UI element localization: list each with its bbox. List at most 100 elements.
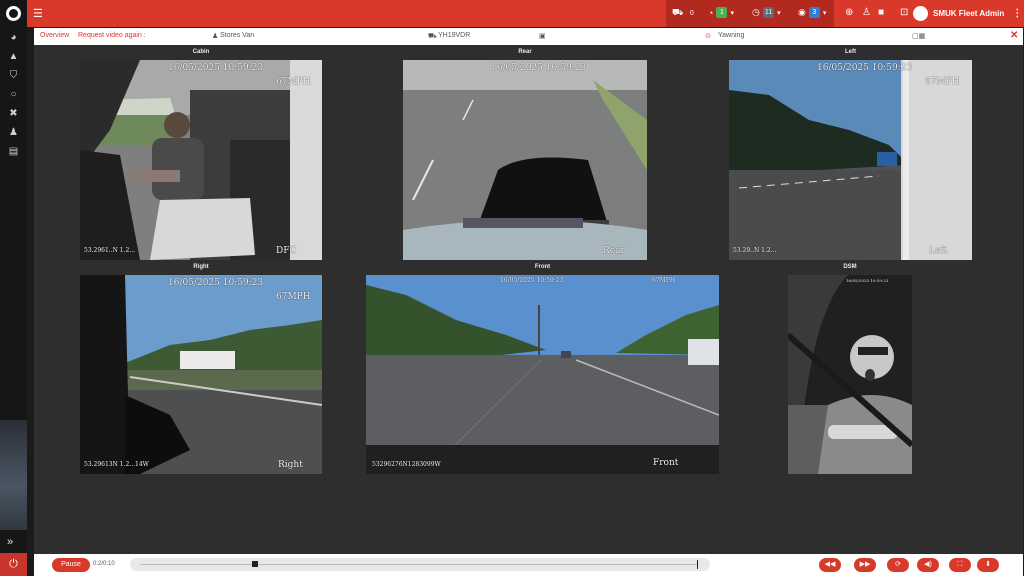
camera-right[interactable]: Right 16/05/2025 10:59:23 67MPH Right 53…	[80, 264, 322, 474]
avatar	[913, 6, 928, 21]
overview-link[interactable]: Overview	[40, 32, 69, 39]
globe-icon[interactable]: ⊕	[845, 7, 853, 18]
event-icon: ⊙	[705, 33, 711, 40]
rail-background	[0, 420, 27, 530]
timestamp-overlay: 16/05/2025 10:59:23	[168, 278, 264, 288]
alert-count: 3	[808, 7, 820, 18]
speed-overlay: 67MPH	[276, 292, 311, 302]
dashboard-icon[interactable]: ◕	[7, 31, 20, 44]
fast-forward-button[interactable]: ▶▶	[854, 558, 876, 572]
alert-count: 1	[716, 7, 728, 18]
camera-feed-cabin: 16/05/2025 10:59:23 67MPH DFC 53.2961..N…	[80, 60, 322, 260]
menu-icon[interactable]: ☰	[33, 7, 43, 20]
chevron-down-icon: ▾	[777, 9, 781, 17]
request-video-link[interactable]: Request video again :	[78, 32, 146, 39]
top-bar: ☰ ⛟ 0 ◔ 1 ▾ ◷ 11 ▾ ◉ 3 ▾ ⊕ ♙ ■ ⊡ SMUK Fl…	[27, 0, 1024, 27]
camera-grid: Cabin 16/05/2025 10:59:23 67MPH DFC 53.2…	[34, 45, 1023, 554]
camera-cabin[interactable]: Cabin 16/05/2025 10:59:23 67MPH DFC 53.2…	[80, 49, 322, 260]
camera-title: Rear	[518, 49, 532, 55]
camera-label-overlay: DFC	[276, 246, 297, 256]
chevron-down-icon: ▾	[822, 9, 827, 17]
chevron-down-icon: ▾	[730, 9, 734, 17]
loop-button[interactable]: ⟳	[887, 558, 909, 572]
volume-button[interactable]: ◀)	[917, 558, 939, 572]
camera-feed-rear: 16/05/2025 10:59:23 Rear	[403, 60, 647, 260]
speed-overlay: 67MPH	[276, 77, 311, 87]
scrubber-end-marker	[697, 560, 698, 569]
fullscreen-button[interactable]: ⛶	[949, 558, 971, 572]
app-window: ◕ ▲ ⛉ ○ ✖ ♟ ▤ » ⏻ ☰ ⛟ 0 ◔ 1 ▾ ◷ 11 ▾ ◉ 3…	[0, 0, 1024, 576]
player-bar: Pause 0:2/0:10 ◀◀ ▶▶ ⟳ ◀) ⛶ ⬇	[34, 554, 1023, 576]
scrubber[interactable]	[130, 558, 710, 571]
camera-feed-left: 16/05/2025 10:59:23 67MPH Left 53.29..N …	[729, 60, 972, 260]
rewind-button[interactable]: ◀◀	[819, 558, 841, 572]
timestamp-overlay: 16/05/2025 10:59:23	[491, 63, 587, 73]
alert-count: 11	[762, 7, 775, 18]
driver-icon[interactable]: ♙	[862, 7, 871, 18]
more-icon[interactable]: ⋮	[1012, 8, 1022, 19]
timestamp-overlay: 16/05/2025 10:59:23	[846, 278, 889, 283]
user-menu[interactable]: SMUK Fleet Admin ⋮	[913, 6, 1022, 21]
expand-icon[interactable]: »	[7, 536, 13, 548]
camera-rear[interactable]: Rear 16/05/2025 10:59:23 Rear	[403, 49, 647, 260]
gps-overlay: 53.29613N 1.2...14W	[84, 461, 149, 468]
camera-dsm[interactable]: DSM 16/05/2025 10:59:23	[788, 264, 912, 474]
shield-icon[interactable]: ⛉	[7, 69, 20, 82]
timestamp-overlay: 16/05/2025 10:59:23	[817, 63, 913, 73]
van-icon: ⛟	[672, 7, 684, 17]
info-icon: ◉	[798, 7, 806, 17]
camera-title: Front	[534, 264, 551, 270]
left-rail: ◕ ▲ ⛉ ○ ✖ ♟ ▤ » ⏻	[0, 0, 27, 576]
alert-van[interactable]: ⛟ 0	[672, 7, 697, 19]
lock-icon[interactable]: ⊡	[900, 7, 908, 18]
speed-overlay: 67MPH	[652, 277, 676, 284]
event-name: Yawning	[718, 32, 745, 39]
van-icon: ♟	[212, 33, 219, 40]
gps-overlay: 53296276N1283099W	[372, 461, 441, 468]
camera-label-overlay: Left	[929, 246, 948, 256]
alert-speed[interactable]: ◔ 1 ▾	[708, 7, 734, 18]
timestamp-overlay: 16/05/2025 10:59:23	[500, 277, 564, 284]
camera-feed-dsm: 16/05/2025 10:59:23	[788, 275, 912, 474]
alerts-group: ⛟ 0 ◔ 1 ▾ ◷ 11 ▾ ◉ 3 ▾	[666, 0, 834, 27]
gps-overlay: 53.2961..N 1.2...	[84, 247, 136, 254]
camera-title: Cabin	[192, 49, 210, 55]
calendar-icon: ▣	[539, 33, 546, 40]
registration: YH19VDR	[438, 32, 471, 39]
vehicles-icon[interactable]: ▲	[7, 50, 20, 63]
pause-button[interactable]: Pause	[52, 558, 90, 572]
gps-overlay: 53.29..N 1.2...	[733, 247, 777, 254]
camera-feed-right: 16/05/2025 10:59:23 67MPH Right 53.29613…	[80, 275, 322, 474]
vehicle-name: Stores Van	[220, 32, 255, 39]
scrubber-handle[interactable]	[251, 561, 258, 567]
alert-clock[interactable]: ◷ 11 ▾	[752, 7, 781, 18]
camera-front[interactable]: Front 16/05/2025 10:59:23 67MPH Front 53…	[366, 264, 719, 474]
alert-info[interactable]: ◉ 3 ▾	[798, 7, 826, 18]
camera-label-overlay: Rear	[603, 246, 625, 256]
camera-title: Right	[193, 264, 209, 270]
camera-label-overlay: Right	[278, 460, 303, 470]
users-icon[interactable]: ♟	[7, 126, 20, 139]
power-icon[interactable]: ⏻	[0, 553, 27, 576]
circle-icon[interactable]: ○	[7, 88, 20, 101]
camera-title: DSM	[843, 264, 857, 270]
user-name: SMUK Fleet Admin	[933, 9, 1005, 18]
clock-icon: ◷	[752, 7, 760, 17]
tools-icon[interactable]: ✖	[7, 107, 20, 120]
camera-label-overlay: Front	[653, 458, 679, 468]
alert-count: 0	[689, 9, 694, 17]
logo-icon[interactable]	[6, 6, 21, 21]
reports-icon[interactable]: ▤	[7, 145, 20, 158]
sub-header: Overview Request video again : ♟ Stores …	[34, 28, 1023, 45]
camera-icon[interactable]: ■	[878, 7, 884, 18]
timestamp-overlay: 16/05/2025 10:59:23	[168, 63, 264, 73]
camera-feed-front: 16/05/2025 10:59:23 67MPH Front 53296276…	[366, 275, 719, 474]
speed-overlay: 67MPH	[925, 77, 960, 87]
layout-icon[interactable]: ▢▦	[912, 32, 925, 40]
scrubber-track	[140, 564, 698, 565]
camera-left[interactable]: Left 16/05/2025 10:59:23 67MPH Left 53.2…	[729, 49, 972, 260]
speedo-icon: ◔	[708, 7, 714, 18]
close-icon[interactable]: ✕	[1010, 30, 1018, 41]
download-button[interactable]: ⬇	[977, 558, 999, 572]
camera-title: Left	[845, 49, 856, 55]
